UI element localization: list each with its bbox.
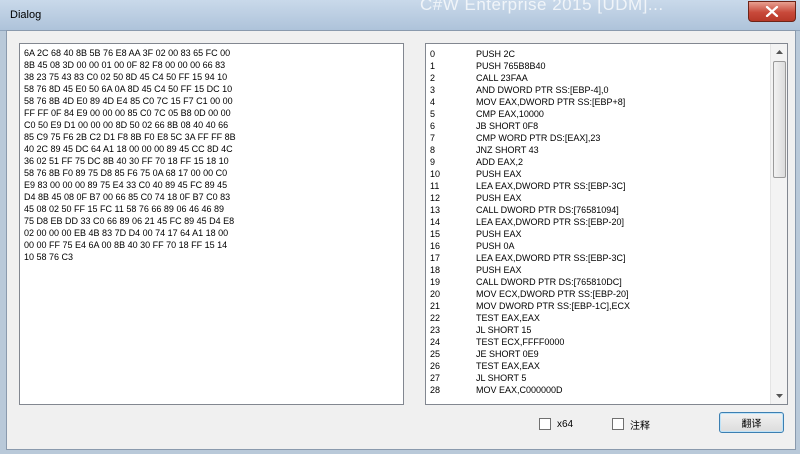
instruction-text: JL SHORT 5 [476,373,527,383]
scroll-down-arrow-icon[interactable] [771,388,787,404]
instruction-text: PUSH EAX [476,265,522,275]
hex-line: 02 00 00 00 EB 4B 83 7D D4 00 74 17 64 A… [24,228,229,238]
instruction-index: 19 [430,277,441,287]
hex-input-textarea[interactable]: 6A 2C 68 40 8B 5B 76 E8 AA 3F 02 00 83 6… [19,43,404,405]
instruction-index: 2 [430,73,436,83]
instruction-index: 28 [430,385,441,395]
instruction-index: 4 [430,97,436,107]
scroll-thumb[interactable] [773,61,786,178]
instruction-text: PUSH 0A [476,241,515,251]
instruction-index: 14 [430,217,441,227]
instruction-text: MOV EAX,DWORD PTR SS:[EBP+8] [476,97,626,107]
instruction-text: CALL DWORD PTR DS:[765810DC] [476,277,622,287]
dialog-client-area: 6A 2C 68 40 8B 5B 76 E8 AA 3F 02 00 83 6… [6,30,796,450]
scroll-up-arrow-icon[interactable] [771,44,787,60]
instruction-index: 5 [430,109,436,119]
instruction-text: LEA EAX,DWORD PTR SS:[EBP-3C] [476,181,626,191]
hex-line: 6A 2C 68 40 8B 5B 76 E8 AA 3F 02 00 83 6… [24,48,231,58]
instruction-index: 6 [430,121,436,131]
background-window-text: C#W Enterprise 2015 [UDM]... [420,0,664,14]
title-bar[interactable]: C#W Enterprise 2015 [UDM]... Dialog [0,0,800,31]
instruction-text: TEST ECX,FFFF0000 [476,337,565,347]
hex-line: D4 8B 45 08 0F B7 00 66 85 C0 74 18 0F B… [24,192,231,202]
hex-line: 00 00 FF 75 E4 6A 00 8B 40 30 FF 70 18 F… [24,240,228,250]
instruction-text: TEST EAX,EAX [476,313,540,323]
instruction-index: 3 [430,85,436,95]
instruction-index: 21 [430,301,441,311]
instruction-text: PUSH EAX [476,229,522,239]
hex-line: 58 76 8D 45 E0 50 6A 0A 8D 45 C4 50 FF 1… [24,84,233,94]
hex-line: 45 08 02 50 FF 15 FC 11 58 76 66 89 06 4… [24,204,224,214]
comment-checkbox[interactable]: 注释 [612,417,650,432]
hex-line: 38 23 75 43 83 C0 02 50 8D 45 C4 50 FF 1… [24,72,228,82]
translate-button[interactable]: 翻译 [719,412,784,433]
instruction-text: LEA EAX,DWORD PTR SS:[EBP-3C] [476,253,626,263]
hex-dump-text: 6A 2C 68 40 8B 5B 76 E8 AA 3F 02 00 83 6… [24,47,394,263]
hex-line: FF FF 0F 84 E9 00 00 00 85 C0 7C 05 B8 0… [24,108,231,118]
x64-checkbox[interactable]: x64 [539,417,573,431]
close-button[interactable] [748,1,796,22]
instruction-index: 17 [430,253,441,263]
instruction-index: 7 [430,133,436,143]
instruction-index: 11 [430,181,440,191]
instruction-index: 25 [430,349,441,359]
instruction-text: PUSH 2C [476,49,516,59]
instruction-text: CMP WORD PTR DS:[EAX],23 [476,133,601,143]
instruction-index: 9 [430,157,436,167]
x64-checkbox-box[interactable] [539,418,551,430]
instruction-text: JE SHORT 0E9 [476,349,539,359]
instruction-text: JB SHORT 0F8 [476,121,539,131]
instruction-index: 13 [430,205,441,215]
instruction-index: 23 [430,325,441,335]
instruction-index: 1 [430,61,436,71]
window-title: Dialog [10,9,42,21]
vertical-scrollbar[interactable] [770,44,787,404]
instruction-index: 15 [430,229,441,239]
hex-line: 58 76 8B 4D E0 89 4D E4 85 C0 7C 15 F7 C… [24,96,233,106]
disassembly-output[interactable]: 0 PUSH 2C 1 PUSH 765B8B40 2 CALL 23FAA 3 AND DW… [425,43,788,405]
instruction-text: CMP EAX,10000 [476,109,544,119]
instruction-index: 8 [430,145,436,155]
instruction-text: CALL 23FAA [476,73,528,83]
instruction-index: 18 [430,265,441,275]
hex-line: 8B 45 08 3D 00 00 01 00 0F 82 F8 00 00 0… [24,60,226,70]
hex-line: 58 76 8B F0 89 75 D8 85 F6 75 0A 68 17 0… [24,168,228,178]
instruction-text: PUSH EAX [476,193,522,203]
instruction-index: 0 [430,49,436,59]
hex-line: E9 83 00 00 00 89 75 E4 33 C0 40 89 45 F… [24,180,228,190]
comment-checkbox-box[interactable] [612,418,624,430]
instruction-text: PUSH EAX [476,169,522,179]
hex-line: 85 C9 75 F6 2B C2 D1 F8 8B F0 E8 5C 3A F… [24,132,236,142]
instruction-text: JL SHORT 15 [476,325,532,335]
instruction-text: ADD EAX,2 [476,157,524,167]
instruction-index: 10 [430,169,441,179]
hex-line: 36 02 51 FF 75 DC 8B 40 30 FF 70 18 FF 1… [24,156,229,166]
hex-line: 75 D8 EB DD 33 C0 66 89 06 21 45 FC 89 4… [24,216,235,226]
instruction-index: 24 [430,337,441,347]
instruction-text: MOV EAX,C000000D [476,385,563,395]
hex-line: 40 2C 89 45 DC 64 A1 18 00 00 00 89 45 C… [24,144,233,154]
hex-line: 10 58 76 C3 [24,252,74,262]
comment-label: 注释 [630,420,650,432]
instruction-text: JNZ SHORT 43 [476,145,539,155]
instruction-index: 27 [430,373,441,383]
instruction-index: 26 [430,361,441,371]
instruction-text: CALL DWORD PTR DS:[76581094] [476,205,619,215]
hex-line: C0 50 E9 D1 00 00 00 8D 50 02 66 8B 08 4… [24,120,229,130]
instruction-text: MOV DWORD PTR SS:[EBP-1C],ECX [476,301,631,311]
instruction-index: 22 [430,313,441,323]
instruction-text: AND DWORD PTR SS:[EBP-4],0 [476,85,609,95]
instruction-text: LEA EAX,DWORD PTR SS:[EBP-20] [476,217,625,227]
instruction-index: 16 [430,241,441,251]
instruction-index: 12 [430,193,441,203]
close-icon [765,6,779,17]
instruction-index: 20 [430,289,441,299]
instruction-text: TEST EAX,EAX [476,361,540,371]
instruction-text: MOV ECX,DWORD PTR SS:[EBP-20] [476,289,629,299]
instruction-text: PUSH 765B8B40 [476,61,546,71]
x64-label: x64 [557,418,574,430]
